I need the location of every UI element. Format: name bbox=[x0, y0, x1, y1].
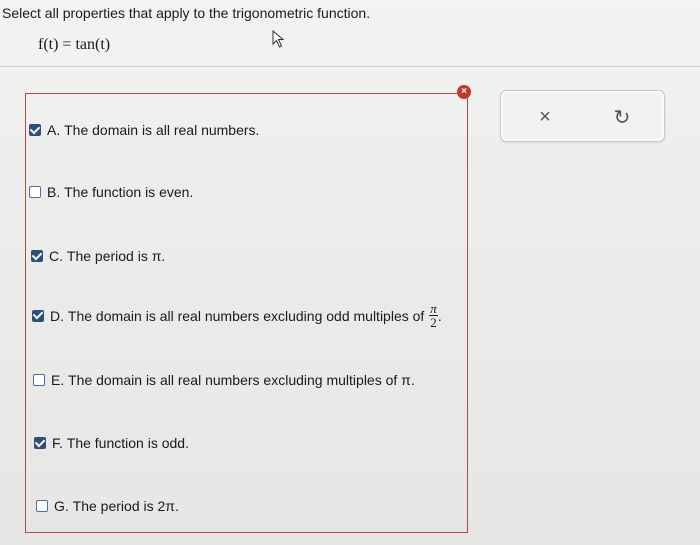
option-c-letter: C. bbox=[49, 248, 63, 264]
checkbox-b[interactable] bbox=[29, 186, 41, 198]
option-d-letter: D. bbox=[50, 307, 64, 324]
checkbox-g[interactable] bbox=[36, 500, 48, 512]
option-a[interactable]: A. The domain is all real numbers. bbox=[29, 122, 259, 138]
checkbox-a[interactable] bbox=[29, 124, 41, 136]
checkbox-f[interactable] bbox=[34, 437, 46, 449]
fraction-pi-over-2: π 2 bbox=[429, 302, 438, 329]
option-e[interactable]: E. The domain is all real numbers exclud… bbox=[33, 372, 415, 388]
fraction-numerator: π bbox=[429, 301, 438, 316]
option-b[interactable]: B. The function is even. bbox=[29, 184, 193, 200]
reset-button[interactable]: ↻ bbox=[608, 103, 636, 131]
option-f-letter: F. bbox=[52, 435, 63, 451]
divider bbox=[0, 66, 700, 67]
option-e-letter: E. bbox=[51, 372, 65, 388]
option-a-text: The domain is all real numbers. bbox=[64, 122, 260, 138]
option-f[interactable]: F. The function is odd. bbox=[34, 435, 189, 451]
option-a-letter: A. bbox=[47, 122, 61, 138]
error-icon: × bbox=[457, 85, 471, 99]
option-f-text: The function is odd. bbox=[66, 435, 189, 451]
close-icon: × bbox=[539, 105, 551, 128]
question-prompt: Select all properties that apply to the … bbox=[2, 5, 371, 21]
option-c[interactable]: C. The period is π. bbox=[31, 248, 165, 264]
mouse-cursor-icon bbox=[272, 30, 285, 48]
option-e-text: The domain is all real numbers excluding… bbox=[68, 372, 415, 388]
option-d-text: The domain is all real numbers excluding… bbox=[67, 307, 425, 324]
option-g[interactable]: G. The period is 2π. bbox=[36, 498, 179, 514]
function-formula: f(t) = tan(t) bbox=[38, 36, 111, 53]
option-g-text: The period is 2π. bbox=[72, 498, 179, 514]
checkbox-d[interactable] bbox=[32, 309, 44, 322]
clear-button[interactable]: × bbox=[531, 103, 559, 131]
option-g-letter: G. bbox=[54, 498, 69, 514]
checkbox-c[interactable] bbox=[31, 250, 43, 262]
option-c-text: The period is π. bbox=[66, 248, 166, 264]
option-b-letter: B. bbox=[47, 184, 61, 200]
answer-toolbar: × ↻ bbox=[500, 90, 665, 142]
checkbox-e[interactable] bbox=[33, 374, 45, 386]
option-b-text: The function is even. bbox=[64, 184, 194, 200]
option-d[interactable]: D. The domain is all real numbers exclud… bbox=[32, 302, 442, 329]
reset-icon: ↻ bbox=[613, 106, 631, 129]
option-d-suffix: . bbox=[437, 307, 442, 324]
fraction-denominator: 2 bbox=[430, 315, 437, 330]
